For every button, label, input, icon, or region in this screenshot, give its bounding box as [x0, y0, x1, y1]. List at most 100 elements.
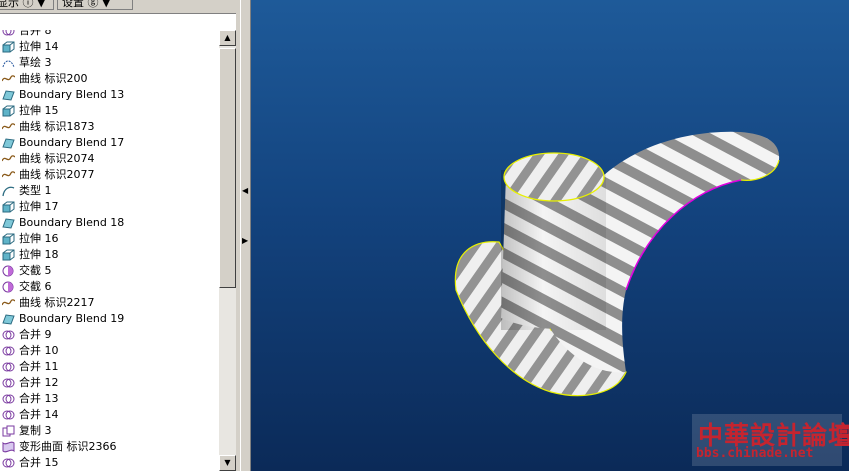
merge-icon	[2, 457, 15, 469]
tree-item[interactable]: 合并 9	[0, 327, 219, 343]
tree-item-label: 拉伸 17	[19, 200, 59, 213]
extrude-icon	[2, 233, 15, 245]
tree-item-label: 曲线 标识2217	[19, 296, 95, 309]
boundary-blend-icon	[2, 217, 15, 229]
tree-item[interactable]: 曲线 标识200	[0, 71, 219, 87]
zebra-surface-model[interactable]	[251, 0, 849, 471]
tree-item[interactable]: 曲线 标识2217	[0, 295, 219, 311]
tree-item-label: 变形曲面 标识2366	[19, 440, 117, 453]
collapse-left-icon[interactable]: ◀	[242, 186, 248, 195]
curve-icon	[1, 153, 16, 165]
extrude-icon	[2, 249, 15, 261]
boundary-blend-icon	[2, 313, 15, 325]
tree-item[interactable]: Boundary Blend 17	[0, 135, 219, 151]
tree-item-label: 曲线 标识2077	[19, 168, 95, 181]
type-icon	[2, 185, 15, 197]
intersect-icon	[2, 281, 15, 293]
tree-item[interactable]: 曲线 标识1873	[0, 119, 219, 135]
forum-watermark: 中華設計論壇 bbs.chinade.net	[692, 414, 849, 466]
tree-item[interactable]: 曲线 标识2074	[0, 151, 219, 167]
extrude-icon	[2, 41, 15, 53]
panel-splitter[interactable]: ◀ ▶	[240, 0, 251, 471]
tree-item[interactable]: 曲线 标识2077	[0, 167, 219, 183]
tree-item-label: 曲线 标识1873	[19, 120, 95, 133]
warp-surface-icon	[2, 441, 15, 453]
merge-icon	[2, 377, 15, 389]
merge-icon	[2, 409, 15, 421]
merge-icon	[2, 393, 15, 405]
tree-item[interactable]: 合并 15	[0, 455, 219, 471]
tree-item-label: 草绘 3	[19, 56, 52, 69]
sketch-icon	[2, 57, 15, 69]
tree-item[interactable]: 变形曲面 标识2366	[0, 439, 219, 455]
curve-icon	[1, 169, 16, 181]
tree-item-label: Boundary Blend 18	[19, 216, 125, 229]
merge-icon	[2, 329, 15, 341]
tree-item-label: 合并 10	[19, 344, 59, 357]
tree-item-label: 曲线 标识200	[19, 72, 88, 85]
tree-item-label: 拉伸 15	[19, 104, 59, 117]
tree-item-label: 合并 9	[19, 328, 52, 341]
tree-item[interactable]: 交截 5	[0, 263, 219, 279]
tree-item[interactable]: Boundary Blend 18	[0, 215, 219, 231]
extrude-icon	[2, 201, 15, 213]
tree-item-label: 合并 11	[19, 360, 59, 373]
tree-item[interactable]: 拉伸 16	[0, 231, 219, 247]
tree-item-label: 拉伸 16	[19, 232, 59, 245]
tree-item-label: 复制 3	[19, 424, 52, 437]
tree-item[interactable]: 草绘 3	[0, 55, 219, 71]
tree-item[interactable]: 合并 12	[0, 375, 219, 391]
tree-item[interactable]: 交截 6	[0, 279, 219, 295]
tree-item-label: 合并 13	[19, 392, 59, 405]
tree-item[interactable]: Boundary Blend 13	[0, 87, 219, 103]
tree-item[interactable]: 合并 10	[0, 343, 219, 359]
tree-item-label: Boundary Blend 13	[19, 88, 125, 101]
tree-item-label: 合并 8	[19, 30, 52, 37]
tree-item-label: 合并 12	[19, 376, 59, 389]
show-menu-button[interactable]: 显示 ⓘ ▼	[0, 0, 54, 10]
extrude-icon	[2, 105, 15, 117]
merge-icon	[2, 361, 15, 373]
tree-item[interactable]: 合并 14	[0, 407, 219, 423]
watermark-url: bbs.chinade.net	[696, 446, 814, 461]
tree-item[interactable]: 类型 1	[0, 183, 219, 199]
model-tree[interactable]: 合并 8 拉伸 14 草绘 3 曲线 标识200 Boundary Blend 13 拉伸…	[0, 30, 219, 471]
tree-item-label: 交截 6	[19, 280, 52, 293]
curve-icon	[1, 121, 16, 133]
tree-item-label: 曲线 标识2074	[19, 152, 95, 165]
boundary-blend-icon	[2, 89, 15, 101]
tree-item-label: 拉伸 18	[19, 248, 59, 261]
curve-icon	[1, 297, 16, 309]
tree-item-label: 拉伸 14	[19, 40, 59, 53]
settings-menu-button[interactable]: 设置 ⓖ ▼	[57, 0, 133, 10]
boundary-blend-icon	[2, 137, 15, 149]
scroll-down-button[interactable]: ▼	[219, 455, 236, 471]
tree-item-label: 交截 5	[19, 264, 52, 277]
copy-icon	[2, 425, 15, 437]
tree-item[interactable]: 合并 13	[0, 391, 219, 407]
tree-item-label: 合并 15	[19, 456, 59, 469]
tree-item[interactable]: 合并 11	[0, 359, 219, 375]
tree-header-bar	[0, 13, 236, 31]
tree-item-label: Boundary Blend 19	[19, 312, 125, 325]
merge-icon	[2, 30, 15, 37]
tree-item[interactable]: 合并 8	[0, 30, 219, 39]
tree-item[interactable]: 拉伸 15	[0, 103, 219, 119]
tree-toolbar: 显示 ⓘ ▼ 设置 ⓖ ▼	[0, 0, 240, 12]
expand-right-icon[interactable]: ▶	[242, 236, 248, 245]
model-tree-panel: 显示 ⓘ ▼ 设置 ⓖ ▼ 合并 8 拉伸 14 草绘 3 曲线 标识200 Bound…	[0, 0, 240, 471]
tree-vertical-scrollbar[interactable]: ▲ ▼	[219, 30, 236, 471]
tree-item-label: Boundary Blend 17	[19, 136, 125, 149]
curve-icon	[1, 73, 16, 85]
merge-icon	[2, 345, 15, 357]
tree-item[interactable]: 拉伸 14	[0, 39, 219, 55]
tree-item[interactable]: Boundary Blend 19	[0, 311, 219, 327]
scroll-up-button[interactable]: ▲	[219, 30, 236, 46]
tree-item-label: 合并 14	[19, 408, 59, 421]
tree-item[interactable]: 拉伸 18	[0, 247, 219, 263]
tree-item[interactable]: 复制 3	[0, 423, 219, 439]
scroll-thumb[interactable]	[219, 48, 236, 288]
tree-item-label: 类型 1	[19, 184, 52, 197]
graphics-viewport[interactable]	[251, 0, 849, 471]
tree-item[interactable]: 拉伸 17	[0, 199, 219, 215]
